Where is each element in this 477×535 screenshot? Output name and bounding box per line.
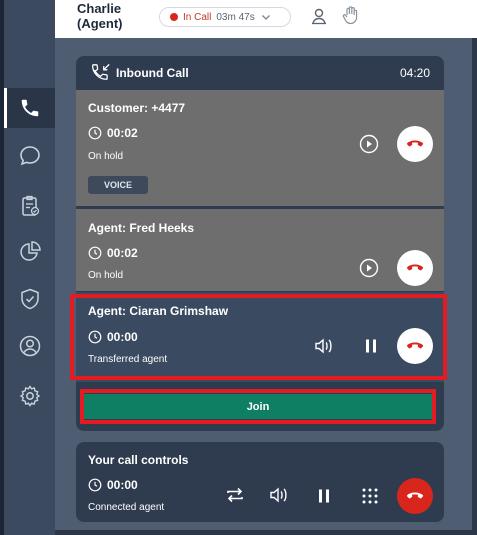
sidebar-item-tasks[interactable] xyxy=(4,186,55,226)
transfer-icon xyxy=(227,487,243,503)
party-row-customer: Customer: +4477 00:02 On hold VOICE xyxy=(76,90,444,206)
inbound-call-header: Inbound Call 04:20 xyxy=(76,56,444,90)
transfer-button[interactable] xyxy=(223,484,247,506)
status-dot xyxy=(170,13,178,21)
call-status-dropdown[interactable]: In Call 03m 47s xyxy=(159,7,291,27)
call-timer: 03m 47s xyxy=(216,11,255,23)
party-timer-value: 00:02 xyxy=(107,246,138,260)
chat-icon xyxy=(19,146,40,166)
sidebar-item-settings[interactable] xyxy=(4,376,55,416)
play-icon xyxy=(359,134,379,154)
resume-button[interactable] xyxy=(358,257,380,279)
bottom-edge xyxy=(55,530,472,535)
highlight-box-join xyxy=(80,389,436,424)
pie-chart-icon xyxy=(19,241,41,261)
pause-icon xyxy=(319,489,329,503)
phone-icon xyxy=(21,99,38,117)
hangup-button[interactable] xyxy=(397,126,433,162)
agent-name-line2: (Agent) xyxy=(77,16,123,31)
clock-icon xyxy=(88,246,102,260)
party-timer: 00:02 xyxy=(88,126,138,140)
speaker-icon xyxy=(270,487,287,503)
call-controls-status: Connected agent xyxy=(88,502,165,513)
call-controls-title: Your call controls xyxy=(88,453,189,467)
party-timer: 00:02 xyxy=(88,246,138,260)
hangup-icon xyxy=(406,264,424,271)
clock-icon xyxy=(88,126,102,140)
party-name: Agent: Fred Heeks xyxy=(88,221,195,235)
keypad-button[interactable] xyxy=(359,485,381,507)
hangup-button[interactable] xyxy=(397,250,433,286)
inbound-call-title: Inbound Call xyxy=(116,66,189,80)
highlight-box-transferred-agent xyxy=(70,294,447,380)
volume-button[interactable] xyxy=(267,484,291,506)
chevron-down-icon xyxy=(261,15,270,20)
user-circle-icon xyxy=(19,335,40,357)
party-timer-value: 00:02 xyxy=(107,126,138,140)
raise-hand-button[interactable] xyxy=(342,5,360,30)
hangup-icon xyxy=(406,492,424,499)
call-controls-timer-value: 00:00 xyxy=(107,478,138,492)
user-status-button[interactable] xyxy=(310,7,328,30)
inbound-call-elapsed: 04:20 xyxy=(399,66,430,80)
scrollbar-track[interactable] xyxy=(472,38,477,535)
party-status: On hold xyxy=(88,270,124,281)
party-status: On hold xyxy=(88,151,124,162)
play-icon xyxy=(359,258,379,278)
agent-name: Charlie (Agent) xyxy=(77,1,123,31)
party-name: Customer: +4477 xyxy=(88,101,186,115)
voice-badge: VOICE xyxy=(88,176,148,194)
sidebar-item-profile[interactable] xyxy=(4,326,55,366)
resume-button[interactable] xyxy=(358,133,380,155)
inbound-call-icon xyxy=(91,63,110,80)
hangup-icon xyxy=(406,140,424,147)
sidebar-item-reports[interactable] xyxy=(4,232,55,272)
hold-button[interactable] xyxy=(314,485,334,507)
party-row-fred-heeks: Agent: Fred Heeks 00:02 On hold xyxy=(76,209,444,291)
keypad-icon xyxy=(362,488,378,504)
clipboard-icon xyxy=(21,195,39,216)
sidebar-item-calls[interactable] xyxy=(4,88,55,128)
shield-icon xyxy=(20,288,39,310)
sidebar xyxy=(4,0,55,535)
call-controls-card: Your call controls 00:00 Connected agent xyxy=(76,442,444,522)
clock-icon xyxy=(88,478,102,492)
sidebar-item-chat[interactable] xyxy=(4,136,55,176)
user-icon xyxy=(312,8,326,25)
call-controls-timer: 00:00 xyxy=(88,478,138,492)
gear-icon xyxy=(19,385,40,407)
top-header: Charlie (Agent) In Call 03m 47s xyxy=(55,0,477,38)
end-call-button[interactable] xyxy=(397,478,433,514)
call-status-label: In Call xyxy=(183,11,212,23)
sidebar-item-security[interactable] xyxy=(4,279,55,319)
agent-name-line1: Charlie xyxy=(77,1,122,16)
hand-icon xyxy=(342,6,358,25)
